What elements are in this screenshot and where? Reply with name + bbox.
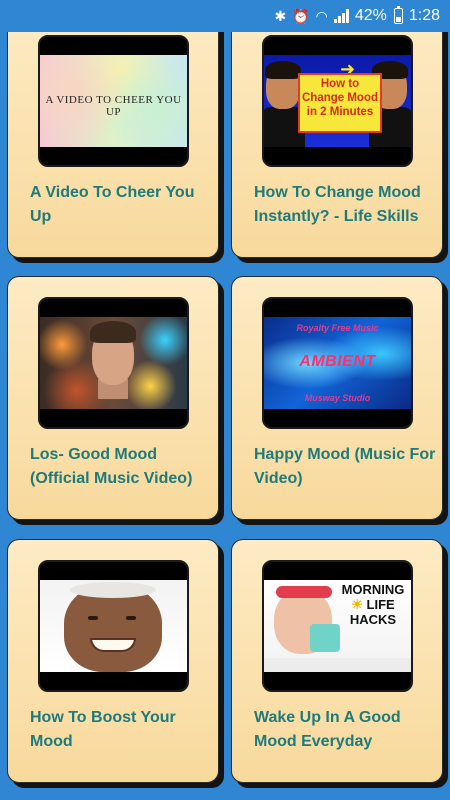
clock: 1:28 <box>408 7 440 24</box>
video-thumbnail[interactable] <box>38 297 189 429</box>
video-title[interactable]: Happy Mood (Music For Video) <box>254 443 440 491</box>
video-title[interactable]: A Video To Cheer You Up <box>30 181 216 229</box>
video-card[interactable]: ➜ How to Change Mood in 2 Minutes How To… <box>231 14 443 258</box>
video-title[interactable]: Wake Up In A Good Mood Everyday <box>254 706 440 754</box>
video-thumbnail[interactable]: ➜ How to Change Mood in 2 Minutes <box>262 35 413 167</box>
video-thumbnail[interactable] <box>38 560 189 692</box>
thumbnail-caption-top: Royalty Free Music <box>296 323 379 333</box>
bluetooth-icon: ✱ <box>274 8 287 24</box>
status-bar: ✱ ⏰ ◠ 42% 1:28 <box>0 0 450 32</box>
thumbnail-image: ➜ How to Change Mood in 2 Minutes <box>264 55 411 147</box>
video-card[interactable]: A VIDEO TO CHEER YOU UP A Video To Cheer… <box>7 14 219 258</box>
video-title[interactable]: Los- Good Mood (Official Music Video) <box>30 443 216 491</box>
signal-icon <box>333 9 349 23</box>
video-thumbnail[interactable]: MORNING ☀ LIFE HACKS <box>262 560 413 692</box>
thumbnail-caption: A VIDEO TO CHEER YOU UP <box>45 93 182 118</box>
thumbnail-image: MORNING ☀ LIFE HACKS <box>264 580 411 672</box>
battery-icon <box>393 6 403 24</box>
alarm-icon: ⏰ <box>292 8 310 24</box>
video-card[interactable]: MORNING ☀ LIFE HACKS Wake Up In A Good M… <box>231 539 443 783</box>
sun-icon: ☀ <box>351 597 363 612</box>
video-title[interactable]: How To Boost Your Mood <box>30 706 216 754</box>
thumbnail-caption-bottom: Musway Studio <box>304 393 371 403</box>
battery-percent: 42% <box>354 7 387 24</box>
wifi-icon: ◠ <box>315 8 328 24</box>
thumbnail-caption: MORNING ☀ LIFE HACKS <box>341 582 405 627</box>
video-card[interactable]: Royalty Free Music AMBIENT Musway Studio… <box>231 276 443 520</box>
video-thumbnail[interactable]: A VIDEO TO CHEER YOU UP <box>38 35 189 167</box>
video-thumbnail[interactable]: Royalty Free Music AMBIENT Musway Studio <box>262 297 413 429</box>
thumbnail-caption-main: AMBIENT <box>299 353 376 370</box>
thumbnail-image: Royalty Free Music AMBIENT Musway Studio <box>264 317 411 409</box>
video-grid: A VIDEO TO CHEER YOU UP A Video To Cheer… <box>0 0 450 800</box>
thumbnail-image <box>40 317 187 409</box>
video-card[interactable]: Los- Good Mood (Official Music Video) <box>7 276 219 520</box>
thumbnail-caption: How to Change Mood in 2 Minutes <box>298 73 382 133</box>
thumbnail-image: A VIDEO TO CHEER YOU UP <box>40 55 187 147</box>
thumbnail-image <box>40 580 187 672</box>
video-title[interactable]: How To Change Mood Instantly? - Life Ski… <box>254 181 440 229</box>
video-card[interactable]: How To Boost Your Mood <box>7 539 219 783</box>
